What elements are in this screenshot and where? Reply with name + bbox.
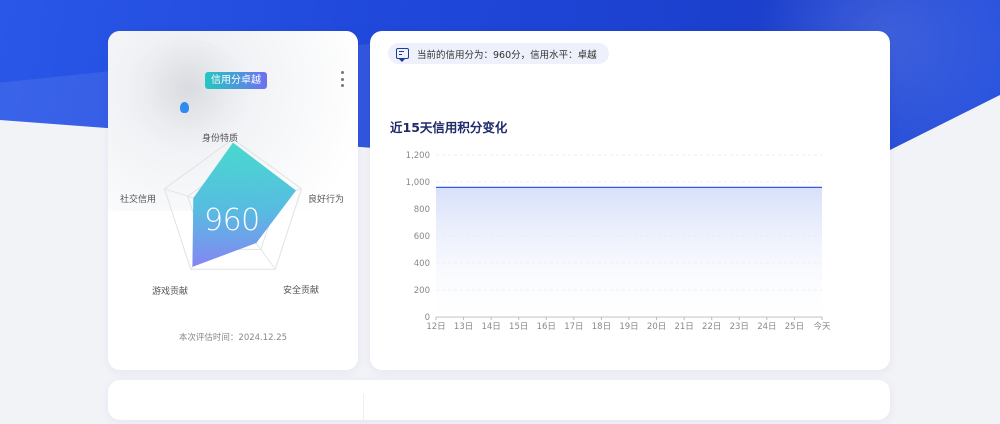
y-tick-label: 600 [414, 232, 430, 242]
x-tick-label: 今天 [813, 321, 831, 332]
radar-label-behavior: 良好行为 [308, 193, 344, 205]
x-tick-label: 12日 [426, 322, 445, 332]
y-tick-label: 800 [414, 205, 430, 215]
radar-label-social: 社交信用 [120, 193, 156, 205]
x-tick-label: 15日 [509, 322, 528, 332]
credit-trend-card: 当前的信用分为：960分，信用水平：卓越 近15天信用积分变化 02004006… [370, 31, 890, 370]
x-tick-label: 16日 [537, 322, 556, 332]
credit-trend-chart: 02004006008001,0001,200 12日13日14日15日16日1… [370, 141, 890, 346]
x-tick-label: 21日 [674, 322, 693, 332]
x-tick-label: 20日 [647, 322, 666, 332]
credit-summary-text: 当前的信用分为：960分，信用水平：卓越 [417, 47, 597, 61]
message-icon [396, 48, 409, 59]
radar-label-security: 安全贡献 [283, 284, 319, 296]
x-tick-label: 23日 [730, 322, 749, 332]
trend-area-fill [436, 187, 822, 317]
y-tick-label: 400 [414, 259, 430, 269]
x-tick-label: 14日 [481, 322, 500, 332]
panel-divider [363, 394, 364, 424]
x-tick-label: 17日 [564, 322, 583, 332]
x-tick-label: 18日 [592, 322, 611, 332]
credit-score-card: 信用分卓越 身份特质 良好行为 安全贡献 游戏贡献 社交信用 960 本次评估时… [108, 31, 358, 370]
radar-label-identity: 身份特质 [202, 132, 238, 144]
evaluation-time: 本次评估时间：2024.12.25 [108, 331, 358, 343]
radar-label-game: 游戏贡献 [152, 285, 188, 297]
x-tick-label: 19日 [619, 322, 638, 332]
y-tick-label: 1,000 [406, 178, 430, 188]
credit-summary-tip: 当前的信用分为：960分，信用水平：卓越 [388, 43, 609, 64]
credit-level-badge: 信用分卓越 [205, 72, 267, 89]
bottom-panel [108, 380, 890, 420]
x-tick-label: 24日 [757, 322, 776, 332]
more-options-icon[interactable] [337, 71, 347, 87]
x-tick-label: 22日 [702, 322, 721, 332]
x-tick-label: 25日 [785, 322, 804, 332]
credit-score-value: 960 [204, 203, 260, 238]
map-pin-icon [180, 102, 189, 113]
y-tick-label: 1,200 [406, 151, 430, 161]
x-tick-label: 13日 [454, 322, 473, 332]
y-tick-label: 200 [414, 286, 430, 296]
chart-title: 近15天信用积分变化 [390, 117, 507, 136]
